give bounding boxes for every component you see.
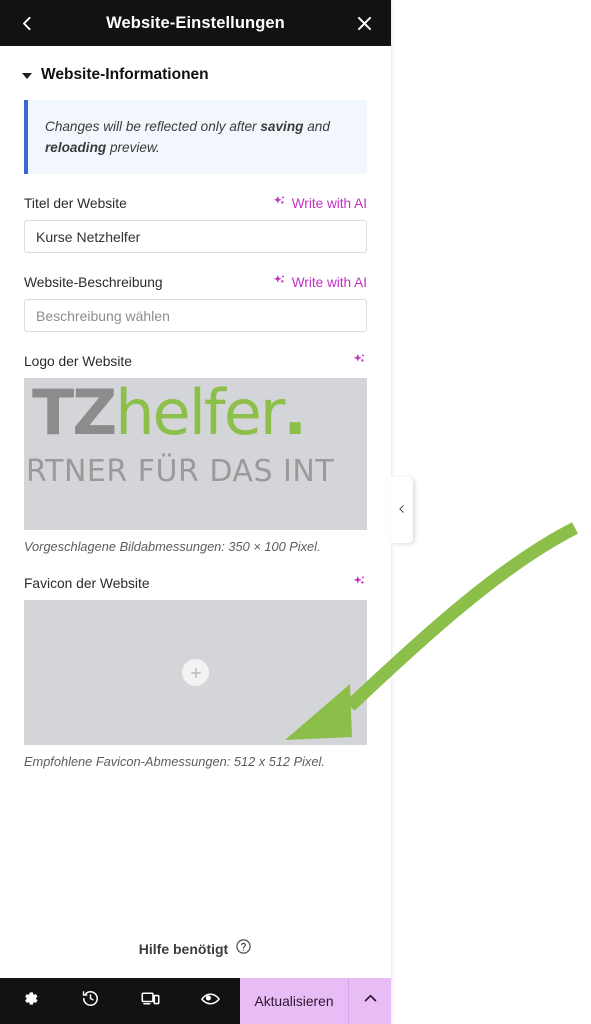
- field-site-favicon: Favicon der Website: [0, 574, 391, 592]
- chevron-left-icon: [19, 15, 36, 32]
- preview-button[interactable]: [180, 978, 240, 1024]
- gear-icon: [21, 989, 40, 1013]
- site-description-label: Website-Beschreibung: [24, 274, 163, 290]
- write-with-ai-title-button[interactable]: Write with AI: [272, 194, 367, 212]
- write-with-ai-title-label: Write with AI: [291, 195, 367, 211]
- notice-banner: Changes will be reflected only after sav…: [24, 100, 367, 175]
- field-label-row: Website-Beschreibung Write with AI: [24, 273, 367, 291]
- logo-artwork: TZhelfer. RTNER FÜR DAS INT: [26, 382, 367, 490]
- notice-bold-reloading: reloading: [45, 140, 107, 156]
- publish-button-label: Aktualisieren: [254, 993, 334, 1009]
- notice-bold-saving: saving: [260, 119, 304, 134]
- help-needed-label: Hilfe benötigt: [138, 941, 229, 957]
- site-logo-preview[interactable]: TZhelfer. RTNER FÜR DAS INT: [24, 378, 367, 531]
- section-title: Website-Informationen: [41, 66, 209, 83]
- chevron-left-icon: [397, 501, 407, 519]
- website-settings-panel: Website-Einstellungen Website-Informatio…: [0, 0, 391, 1024]
- field-site-logo: Logo der Website: [0, 352, 391, 370]
- site-logo-hint: Vorgeschlagene Bildabmessungen: 350 × 10…: [24, 539, 321, 555]
- site-favicon-preview-wrap: [0, 600, 391, 746]
- site-favicon-hint: Empfohlene Favicon-Abmessungen: 512 x 51…: [24, 754, 325, 770]
- publish-options-button[interactable]: [348, 978, 391, 1024]
- back-button[interactable]: [4, 0, 50, 46]
- publish-button[interactable]: Aktualisieren: [240, 978, 348, 1024]
- sparkle-icon: [352, 574, 367, 592]
- panel-header: Website-Einstellungen: [0, 0, 391, 46]
- site-logo-preview-wrap: TZhelfer. RTNER FÜR DAS INT: [0, 378, 391, 531]
- help-needed-link[interactable]: Hilfe benötigt: [0, 938, 391, 960]
- site-title-input[interactable]: [24, 220, 367, 254]
- close-icon: [355, 14, 374, 33]
- chevron-up-icon: [362, 990, 379, 1012]
- panel-body: Website-Informationen Changes will be re…: [0, 46, 391, 978]
- logo-tagline: RTNER FÜR DAS INT: [26, 454, 335, 490]
- logo-word-dot: .: [283, 378, 307, 450]
- screenshot-root: Website-Einstellungen Website-Informatio…: [0, 0, 591, 1024]
- generate-logo-ai-button[interactable]: [352, 352, 367, 370]
- notice-text-part2: and: [303, 119, 330, 134]
- bottom-toolbar-icons: [0, 978, 240, 1024]
- plus-icon: [182, 659, 209, 687]
- write-with-ai-description-button[interactable]: Write with AI: [272, 273, 367, 291]
- notice-text-part1: Changes will be reflected only after: [45, 119, 261, 134]
- caret-down-icon: [22, 73, 32, 79]
- bottom-toolbar: Aktualisieren: [0, 978, 391, 1024]
- field-site-title: Titel der Website Write with AI: [0, 194, 391, 254]
- close-button[interactable]: [341, 0, 387, 46]
- responsive-view-button[interactable]: [120, 978, 180, 1024]
- eye-icon: [200, 988, 221, 1014]
- history-icon: [81, 989, 100, 1013]
- site-description-input[interactable]: [24, 299, 367, 333]
- field-label-row: Logo der Website: [24, 352, 367, 370]
- sparkle-icon: [272, 194, 287, 212]
- site-title-label: Titel der Website: [24, 195, 127, 211]
- write-with-ai-description-label: Write with AI: [291, 274, 367, 290]
- logo-wordmark: TZhelfer.: [32, 382, 367, 444]
- history-button[interactable]: [60, 978, 120, 1024]
- site-favicon-label: Favicon der Website: [24, 575, 150, 591]
- site-favicon-upload[interactable]: [24, 600, 367, 746]
- panel-collapse-tab[interactable]: [391, 477, 413, 543]
- generate-favicon-ai-button[interactable]: [352, 574, 367, 592]
- sparkle-icon: [272, 273, 287, 291]
- field-label-row: Favicon der Website: [24, 574, 367, 592]
- settings-button[interactable]: [0, 978, 60, 1024]
- field-label-row: Titel der Website Write with AI: [24, 194, 367, 212]
- logo-word-green: helfer: [115, 378, 285, 450]
- page-title: Website-Einstellungen: [106, 13, 285, 32]
- notice-text-part3: preview.: [106, 140, 160, 156]
- section-website-informationen[interactable]: Website-Informationen: [0, 46, 391, 92]
- sparkle-icon: [352, 352, 367, 370]
- logo-word-gray: TZ: [32, 378, 117, 450]
- site-logo-label: Logo der Website: [24, 353, 132, 369]
- question-mark-circle-icon: [235, 938, 252, 960]
- field-site-description: Website-Beschreibung Write with AI: [0, 273, 391, 333]
- responsive-icon: [140, 988, 161, 1014]
